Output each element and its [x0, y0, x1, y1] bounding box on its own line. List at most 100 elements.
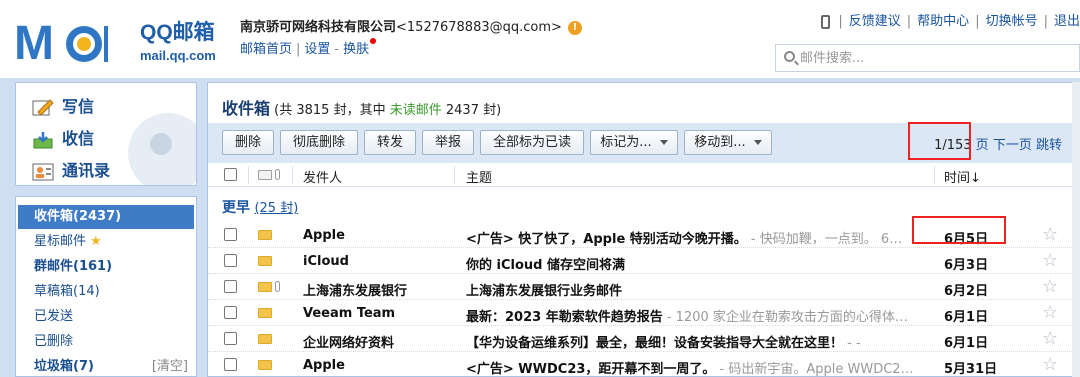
phone-icon[interactable]	[821, 14, 831, 29]
subject-text: 【华为设备运维系列】最全，最细！设备安装指导大全就在这里！	[466, 336, 844, 351]
empty-spam-link[interactable]: [清空]	[152, 355, 188, 377]
next-page-link[interactable]: 下一页	[993, 138, 1032, 153]
folder-label: 草稿箱(14)	[34, 284, 100, 299]
row-checkbox[interactable]	[224, 254, 237, 267]
subject-preview: - -	[843, 336, 861, 351]
mail-subject: 最新：2023 年勒索软件趋势报告 - 1200 家企业在勒索攻击方面的心得体…	[466, 306, 928, 325]
folder-inbox[interactable]: 收件箱(2437)	[18, 205, 194, 229]
envelope-icon	[258, 308, 272, 318]
report-button[interactable]: 举报	[422, 130, 474, 155]
search-input[interactable]	[800, 49, 1070, 67]
mail-row[interactable]: 上海浦东发展银行 上海浦东发展银行业务邮件 6月2日 ☆	[208, 274, 1074, 300]
read-status-column-icon[interactable]	[258, 170, 272, 180]
separator: -	[334, 42, 340, 57]
column-subject[interactable]: 主题	[466, 167, 492, 186]
mark-all-read-button[interactable]: 全部标为已读	[480, 130, 584, 155]
mail-date: 6月1日	[944, 336, 989, 351]
folder-sent[interactable]: 已发送	[18, 305, 194, 329]
account-email: <1527678883@qq.com>	[396, 20, 562, 35]
brand-domain: mail.qq.com	[140, 48, 216, 63]
jump-page-link[interactable]: 跳转	[1036, 138, 1062, 153]
forward-button[interactable]: 转发	[364, 130, 416, 155]
inbox-stats-prefix: (共 3815 封，其中	[274, 103, 386, 118]
column-divider	[454, 166, 455, 184]
folder-label: 群邮件(161)	[34, 259, 113, 274]
folder-label: 已发送	[34, 309, 74, 324]
folder-spam[interactable]: 垃圾箱(7) [清空]	[18, 355, 194, 377]
contacts-label: 通讯录	[62, 161, 111, 180]
unread-mail-link[interactable]: 未读邮件	[390, 103, 442, 118]
mail-row[interactable]: Apple <广告> WWDC23，距开幕不到一周了。 - 码出新宇宙。Appl…	[208, 352, 1074, 377]
compose-panel: 写信 收信 通讯录	[15, 82, 197, 186]
folder-group-mail[interactable]: 群邮件(161)	[18, 255, 194, 279]
mail-row[interactable]: iCloud 你的 iCloud 储存空间将满 6月3日 ☆	[208, 248, 1074, 274]
move-to-label: 移动到...	[694, 135, 746, 150]
star-toggle-icon[interactable]: ☆	[1042, 328, 1058, 349]
row-checkbox[interactable]	[224, 228, 237, 241]
folder-deleted[interactable]: 已删除	[18, 330, 194, 354]
column-from[interactable]: 发件人	[303, 167, 342, 186]
link-mail-home[interactable]: 邮箱首页	[240, 42, 292, 57]
folder-label: 已删除	[34, 334, 74, 349]
mail-date: 6月3日	[944, 258, 989, 273]
logo-mark-icon	[66, 26, 108, 62]
penguin-decoration	[128, 113, 196, 185]
separator: |	[1043, 14, 1048, 29]
brand-name: QQ邮箱	[140, 21, 215, 44]
search-icon	[784, 51, 795, 62]
mail-date: 5月31日	[944, 362, 998, 377]
folder-drafts[interactable]: 草稿箱(14)	[18, 280, 194, 304]
star-toggle-icon[interactable]: ☆	[1042, 250, 1058, 271]
receive-button[interactable]: 收信	[32, 125, 94, 149]
link-feedback[interactable]: 反馈建议	[849, 14, 901, 29]
mail-search-box[interactable]	[775, 44, 1080, 72]
delete-permanently-button[interactable]: 彻底删除	[280, 130, 358, 155]
folder-starred[interactable]: 星标邮件 ★	[18, 230, 194, 254]
contacts-button[interactable]: 通讯录	[32, 157, 110, 181]
star-icon: ★	[90, 234, 102, 249]
row-checkbox[interactable]	[224, 332, 237, 345]
column-time[interactable]: 时间↓	[944, 167, 981, 186]
mail-row[interactable]: 企业网络好资料 【华为设备运维系列】最全，最细！设备安装指导大全就在这里！ - …	[208, 326, 1074, 352]
warning-icon[interactable]: !	[567, 20, 582, 35]
move-to-dropdown[interactable]: 移动到...	[684, 130, 772, 155]
star-toggle-icon[interactable]: ☆	[1042, 224, 1058, 245]
link-help[interactable]: 帮助中心	[917, 14, 969, 29]
group-title: 更早	[222, 200, 250, 216]
delete-button[interactable]: 删除	[222, 130, 274, 155]
link-logout[interactable]: 退出	[1054, 14, 1080, 29]
select-all-checkbox[interactable]	[224, 168, 237, 181]
envelope-icon	[258, 334, 272, 344]
star-toggle-icon[interactable]: ☆	[1042, 276, 1058, 297]
subject-preview: - 1200 家企业在勒索攻击方面的心得体…	[662, 310, 908, 325]
row-checkbox[interactable]	[224, 280, 237, 293]
qq-mail-logo[interactable]: M QQ邮箱 mail.qq.com	[14, 12, 224, 72]
link-settings[interactable]: 设置	[304, 42, 330, 57]
mail-list-panel: 收件箱 (共 3815 封，其中 未读邮件 2437 封) 删除 彻底删除 转发…	[207, 82, 1074, 377]
envelope-icon	[258, 256, 272, 266]
star-toggle-icon[interactable]: ☆	[1042, 354, 1058, 375]
group-count-link[interactable]: (25 封)	[254, 201, 298, 216]
star-toggle-icon[interactable]: ☆	[1042, 302, 1058, 323]
row-checkbox[interactable]	[224, 358, 237, 371]
separator: |	[975, 14, 980, 29]
write-icon	[32, 98, 54, 116]
column-divider	[292, 166, 293, 184]
chevron-down-icon	[659, 140, 668, 145]
mail-from: Apple	[303, 228, 345, 243]
inbox-header: 收件箱 (共 3815 封，其中 未读邮件 2437 封)	[222, 95, 501, 119]
link-skin[interactable]: 换肤	[343, 42, 369, 57]
separator: |	[838, 14, 843, 29]
row-checkbox[interactable]	[224, 306, 237, 319]
attachment-column-icon[interactable]	[275, 169, 280, 180]
subject-text: 你的 iCloud 储存空间将满	[466, 258, 625, 273]
subject-preview: - 快码加鞭，一点到。 6…	[746, 232, 903, 247]
mark-as-dropdown[interactable]: 标记为...	[590, 130, 678, 155]
mail-row[interactable]: Veeam Team 最新：2023 年勒索软件趋势报告 - 1200 家企业在…	[208, 300, 1074, 326]
scrollbar[interactable]	[1072, 82, 1080, 377]
separator: |	[296, 42, 301, 57]
column-header: 发件人 主题 时间↓	[208, 163, 1074, 187]
compose-button[interactable]: 写信	[32, 93, 94, 117]
link-switch-account[interactable]: 切换帐号	[986, 14, 1038, 29]
group-earlier: 更早 (25 封)	[222, 197, 298, 217]
